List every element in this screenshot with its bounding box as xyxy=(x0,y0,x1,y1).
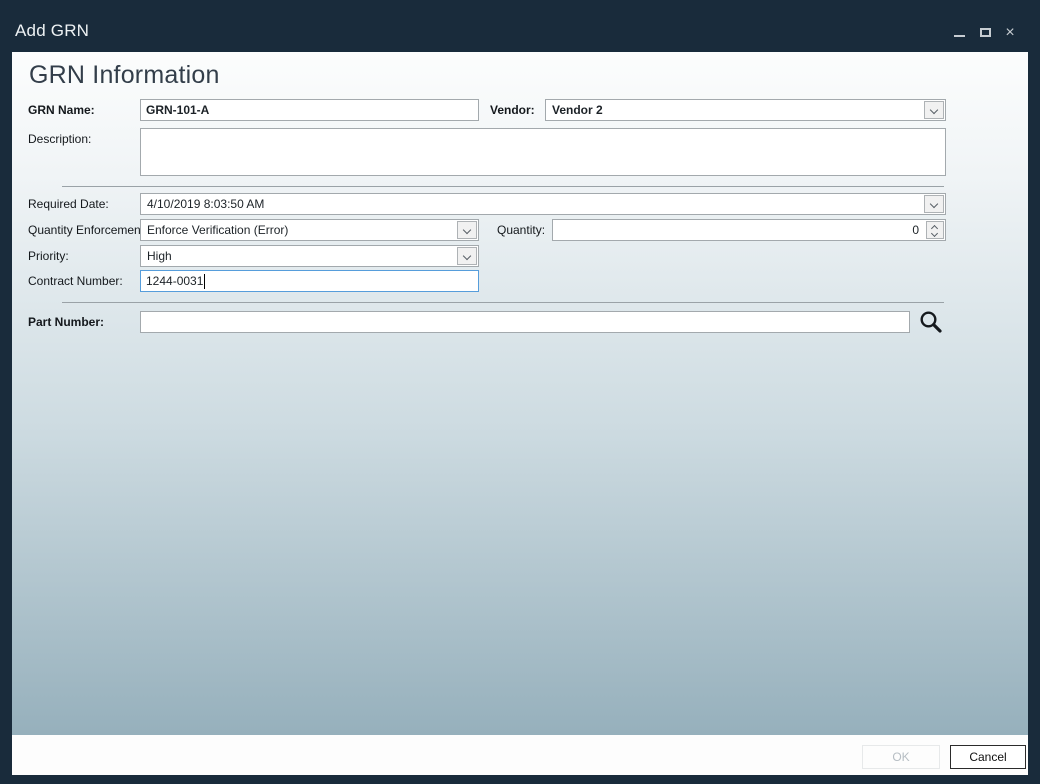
quantity-label: Quantity: xyxy=(497,219,545,241)
required-date-value: 4/10/2019 8:03:50 AM xyxy=(147,194,264,214)
vendor-value: Vendor 2 xyxy=(552,100,603,120)
close-button[interactable]: × xyxy=(1002,26,1018,40)
chevron-down-icon xyxy=(931,230,938,237)
priority-select[interactable]: High xyxy=(140,245,479,267)
search-icon xyxy=(918,309,944,335)
required-date-dropdown-button[interactable] xyxy=(924,195,944,213)
description-label: Description: xyxy=(28,128,91,150)
required-date-label: Required Date: xyxy=(28,193,109,215)
window-title: Add GRN xyxy=(15,21,89,41)
maximize-button[interactable] xyxy=(978,26,994,40)
quantity-stepper[interactable]: 0 xyxy=(552,219,946,241)
window-titlebar: Add GRN × xyxy=(0,0,1040,52)
chevron-down-icon xyxy=(463,226,471,234)
quantity-value: 0 xyxy=(912,220,919,240)
form-panel: GRN Information GRN Name: Vendor: Vendor… xyxy=(12,52,1028,735)
minimize-button[interactable] xyxy=(952,26,968,40)
maximize-icon xyxy=(980,28,991,37)
quantity-enforcement-value: Enforce Verification (Error) xyxy=(147,220,288,240)
quantity-enforcement-label: Quantity Enforcement: xyxy=(28,219,147,241)
priority-dropdown-button[interactable] xyxy=(457,247,477,265)
vendor-dropdown-button[interactable] xyxy=(924,101,944,119)
quantity-spin-buttons[interactable] xyxy=(926,221,944,239)
dialog-content: GRN Information GRN Name: Vendor: Vendor… xyxy=(12,52,1028,775)
cancel-button[interactable]: Cancel xyxy=(950,745,1026,769)
quantity-enforcement-select[interactable]: Enforce Verification (Error) xyxy=(140,219,479,241)
part-number-search-button[interactable] xyxy=(918,309,944,340)
vendor-select[interactable]: Vendor 2 xyxy=(545,99,946,121)
part-number-label: Part Number: xyxy=(28,311,104,333)
priority-label: Priority: xyxy=(28,245,69,267)
section-divider xyxy=(62,186,944,187)
text-caret xyxy=(204,274,205,289)
close-icon: × xyxy=(1002,26,1018,40)
page-title: GRN Information xyxy=(29,61,220,90)
chevron-down-icon xyxy=(930,200,938,208)
chevron-down-icon xyxy=(930,106,938,114)
required-date-select[interactable]: 4/10/2019 8:03:50 AM xyxy=(140,193,946,215)
vendor-label: Vendor: xyxy=(490,99,535,121)
quantity-enforcement-dropdown-button[interactable] xyxy=(457,221,477,239)
minimize-icon xyxy=(954,35,965,37)
ok-button[interactable]: OK xyxy=(862,745,940,769)
grn-name-input[interactable] xyxy=(140,99,479,121)
grn-name-label: GRN Name: xyxy=(28,99,95,121)
priority-value: High xyxy=(147,246,172,266)
part-number-input[interactable] xyxy=(140,311,910,333)
contract-number-label: Contract Number: xyxy=(28,270,123,292)
description-textarea[interactable] xyxy=(140,128,946,176)
chevron-down-icon xyxy=(463,252,471,260)
dialog-footer: OK Cancel xyxy=(12,735,1028,775)
section-divider xyxy=(62,302,944,303)
contract-number-input[interactable] xyxy=(140,270,479,292)
